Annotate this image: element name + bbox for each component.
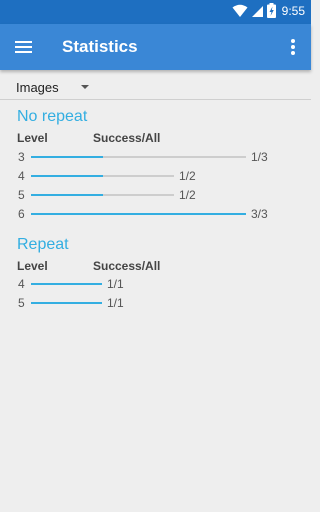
stat-row: 4 1/1 (0, 275, 311, 294)
stat-row: 6 3/3 (0, 205, 311, 224)
divider (0, 99, 311, 100)
progress-fill (31, 194, 103, 196)
row-level: 6 (18, 207, 25, 221)
stat-row: 4 1/2 (0, 167, 311, 186)
progress-fill (31, 302, 102, 304)
dropdown-arrow-icon (80, 85, 89, 89)
progress-fill (31, 283, 102, 285)
more-vertical-icon (291, 39, 295, 55)
app-bar: Statistics (0, 24, 311, 70)
battery-charging-icon (266, 3, 276, 18)
row-ratio: 1/2 (179, 188, 196, 202)
row-level: 3 (18, 150, 25, 164)
signal-icon (251, 5, 263, 17)
section-title-repeat: Repeat (17, 236, 69, 253)
progress-track (31, 156, 246, 158)
progress-track (31, 175, 174, 177)
row-ratio: 1/3 (251, 150, 268, 164)
progress-fill (31, 175, 103, 177)
hamburger-menu-icon (15, 41, 32, 53)
menu-button[interactable] (14, 37, 34, 57)
status-time: 9:55 (281, 3, 305, 18)
status-bar: 9:55 (0, 0, 311, 24)
filter-dropdown[interactable]: Images (16, 77, 89, 97)
filter-selected-value: Images (16, 79, 59, 95)
column-header-success: Success/All (93, 131, 161, 145)
stat-row: 5 1/1 (0, 294, 311, 313)
column-header-success: Success/All (93, 259, 161, 273)
row-ratio: 1/1 (107, 296, 124, 310)
stat-row: 5 1/2 (0, 186, 311, 205)
row-level: 5 (18, 188, 25, 202)
progress-track (31, 302, 102, 304)
stat-row: 3 1/3 (0, 148, 311, 167)
status-icons: 9:55 (232, 3, 305, 18)
column-header-level: Level (17, 131, 48, 145)
progress-fill (31, 156, 103, 158)
column-header-level: Level (17, 259, 48, 273)
progress-track (31, 283, 102, 285)
row-ratio: 1/2 (179, 169, 196, 183)
row-level: 5 (18, 296, 25, 310)
wifi-icon (232, 4, 248, 17)
page-title: Statistics (62, 37, 138, 56)
row-ratio: 1/1 (107, 277, 124, 291)
progress-track (31, 194, 174, 196)
row-level: 4 (18, 277, 25, 291)
row-ratio: 3/3 (251, 207, 268, 221)
overflow-menu-button[interactable] (285, 36, 301, 58)
section-title-no-repeat: No repeat (17, 108, 88, 125)
progress-track (31, 213, 246, 215)
progress-fill (31, 213, 246, 215)
row-level: 4 (18, 169, 25, 183)
